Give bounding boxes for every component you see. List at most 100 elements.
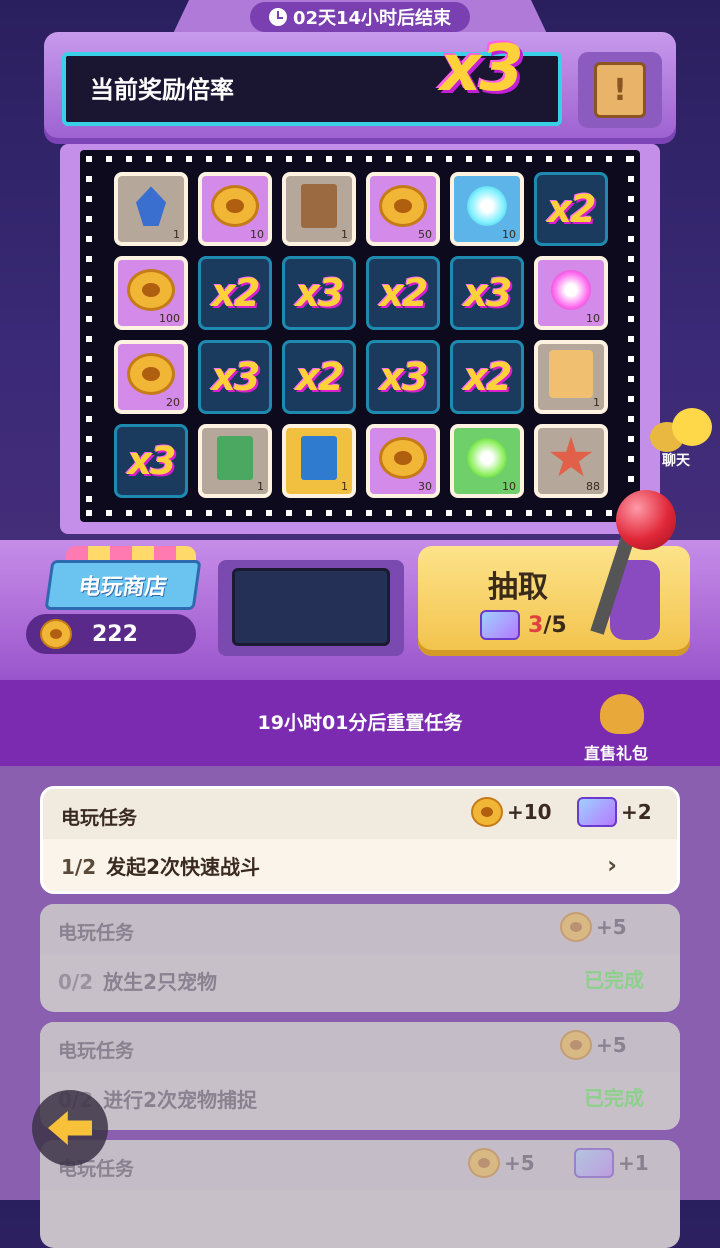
reward-tile: 20	[114, 340, 188, 414]
reward-tile: 1	[534, 340, 608, 414]
paw-coin-icon	[468, 1148, 500, 1178]
light-dots-right	[628, 156, 634, 516]
map-scroll-icon	[549, 350, 593, 399]
multiplier-tile-label: x2	[211, 271, 261, 315]
multiplier-tile-label: x2	[379, 271, 429, 315]
multiplier-tile: x3	[366, 340, 440, 414]
multiplier-tile-label: x2	[547, 187, 597, 231]
reward-tile-count: 30	[418, 480, 432, 493]
arcade-shop-button[interactable]: 电玩商店	[44, 560, 202, 610]
reward-tile-count: 20	[166, 396, 180, 409]
task-desc-text: 发起2次快速战斗	[106, 855, 261, 879]
completed-label: 已完成	[584, 968, 644, 992]
multiplier-tile: x2	[366, 256, 440, 330]
token-reward-value: +1	[618, 1151, 649, 1175]
task-card: 电玩任务 +5 0/2 放生2只宠物 已完成	[40, 904, 680, 1012]
reward-tile-count: 1	[341, 480, 348, 493]
paw-coin-icon	[127, 269, 175, 312]
arcade-token-icon	[480, 610, 520, 640]
paw-coin-icon	[471, 797, 503, 827]
multiplier-tile-label: x3	[379, 355, 429, 399]
paw-coin-icon	[127, 353, 175, 396]
paw-coin-icon	[379, 437, 427, 480]
coin-reward: +5	[560, 1030, 627, 1060]
reward-tile: 1	[114, 172, 188, 246]
task-card: 电玩任务 +5 0/2进行2次宠物捕捉 已完成	[40, 1022, 680, 1130]
reward-tile: 10	[450, 172, 524, 246]
reward-tile-count: 10	[502, 480, 516, 493]
arcade-token-icon	[574, 1148, 614, 1178]
reward-tile-count: 100	[159, 312, 180, 325]
reward-tile: 10	[198, 172, 272, 246]
reward-tile: 30	[366, 424, 440, 498]
multiplier-label: 当前奖励倍率	[90, 76, 234, 104]
gift-bag-icon	[600, 694, 644, 734]
starfish-icon	[549, 436, 593, 480]
paw-coin-icon	[40, 619, 72, 649]
coin-reward-value: +5	[596, 1033, 627, 1057]
multiplier-tile: x3	[282, 256, 356, 330]
coin-balance-value: 222	[92, 621, 138, 647]
timer-text: 02天14小时后结束	[292, 8, 452, 29]
multiplier-tile: x3	[450, 256, 524, 330]
reward-tile-count: 1	[341, 228, 348, 241]
reward-tile-count: 10	[250, 228, 264, 241]
chevron-right-icon[interactable]: ›	[607, 851, 617, 879]
draw-current: 3	[528, 612, 544, 638]
paw-coin-icon	[211, 185, 259, 228]
task-card: 电玩任务 +5 +1	[40, 1140, 680, 1248]
reward-tile: 10	[450, 424, 524, 498]
coin-reward-value: +5	[504, 1151, 535, 1175]
multiplier-tile-label: x3	[463, 271, 513, 315]
multiplier-tile: x3	[198, 340, 272, 414]
reward-tile-count: 50	[418, 228, 432, 241]
task-progress: 0/2	[58, 970, 94, 994]
multiplier-tile-label: x2	[295, 355, 345, 399]
reward-tile-count: 88	[586, 480, 600, 493]
exclamation-scroll-icon: !	[594, 62, 646, 118]
task-progress: 1/2	[61, 855, 97, 879]
light-dots-left	[86, 156, 92, 516]
task-description: 0/2 放生2只宠物	[58, 966, 217, 995]
reward-tile: 50	[366, 172, 440, 246]
paw-coin-icon	[560, 1030, 592, 1060]
slot-board: 1 10 1 50 10 x2 100 x2 x3 x2 x3 10 20 x3 x2 x3 x2 1 x3 1 1 30…	[80, 150, 640, 522]
arcade-shop-label: 电玩商店	[76, 575, 169, 600]
back-button[interactable]	[32, 1090, 108, 1166]
rules-button[interactable]: !	[578, 52, 662, 128]
task-title: 电玩任务	[58, 922, 135, 944]
green-ticket-icon	[217, 436, 253, 481]
task-title: 电玩任务	[61, 807, 138, 829]
light-dots-top	[86, 156, 634, 162]
lever-knob[interactable]	[616, 490, 676, 550]
draw-label: 抽取	[488, 570, 548, 605]
clock-icon	[268, 8, 287, 26]
coin-reward: +5	[468, 1148, 535, 1178]
reward-tile: 100	[114, 256, 188, 330]
coin-reward-value: +5	[596, 915, 627, 939]
token-reward: +2	[577, 797, 652, 827]
token-reward: +1	[574, 1148, 649, 1178]
event-timer: 02天14小时后结束	[250, 2, 470, 32]
light-dots-bottom	[86, 510, 634, 516]
task-desc-text: 放生2只宠物	[103, 970, 218, 994]
multiplier-tile: x2	[534, 172, 608, 246]
blue-essence-icon	[467, 186, 507, 227]
task-title: 电玩任务	[58, 1040, 135, 1062]
reward-tile-count: 1	[593, 396, 600, 409]
current-multiplier: x3	[440, 32, 524, 106]
task-card[interactable]: 电玩任务 +10 +2 1/2 发起2次快速战斗 ›	[40, 786, 680, 894]
draw-total: /5	[543, 612, 567, 638]
multiplier-tile-label: x3	[211, 355, 261, 399]
reward-tile: 88	[534, 424, 608, 498]
reward-tile-count: 1	[173, 228, 180, 241]
smiley-bubble-icon	[672, 408, 712, 446]
reward-tile: 1	[282, 172, 356, 246]
reward-tile: 10	[534, 256, 608, 330]
multiplier-tile: x3	[114, 424, 188, 498]
pink-essence-icon	[551, 270, 591, 311]
draw-ticket-count: 3/5	[480, 610, 567, 640]
machine-screen-inner	[232, 568, 390, 646]
coin-balance: 222	[26, 614, 196, 654]
multiplier-tile: x2	[198, 256, 272, 330]
